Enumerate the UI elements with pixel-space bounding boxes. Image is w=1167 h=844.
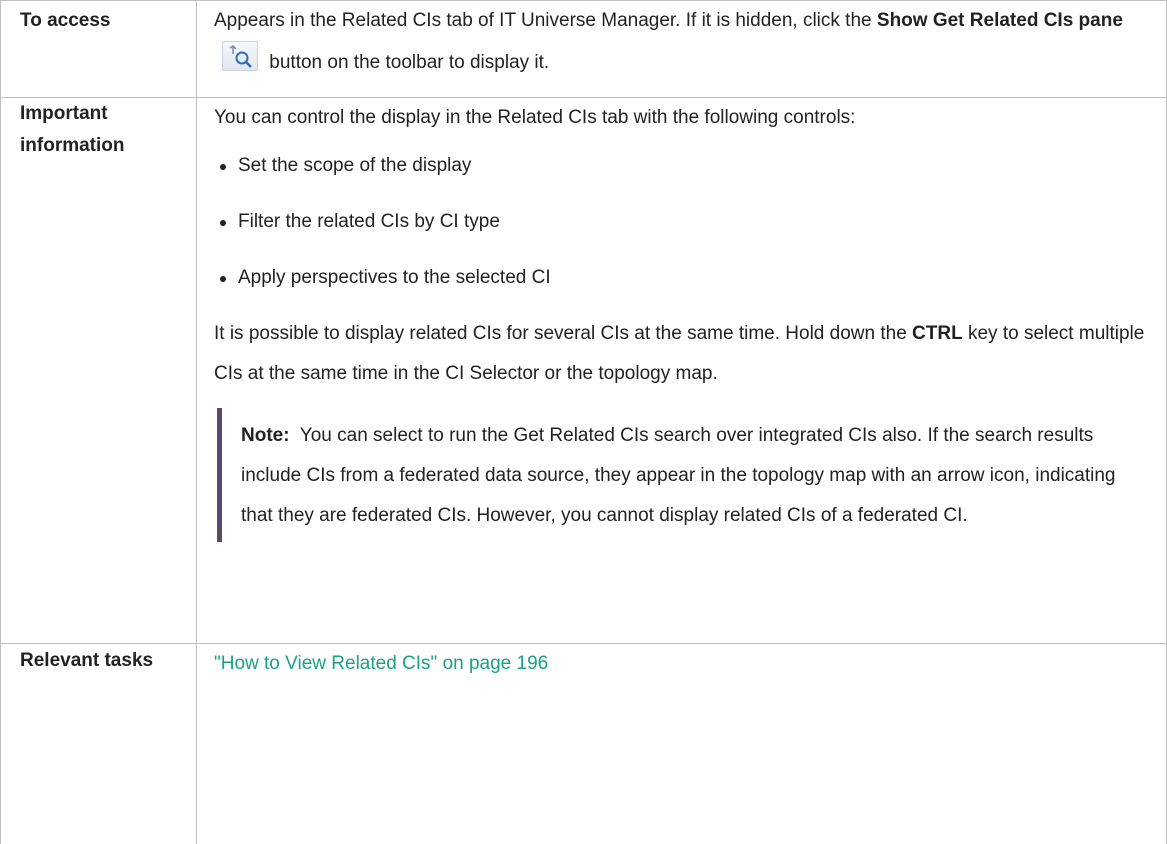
important-intro: You can control the display in the Relat… bbox=[214, 98, 1152, 138]
access-text-2: button on the toolbar to display it. bbox=[269, 52, 549, 73]
important-content: You can control the display in the Relat… bbox=[197, 98, 1167, 644]
bullet-icon bbox=[220, 164, 226, 170]
access-button-name: Show Get Related CIs pane bbox=[877, 10, 1123, 31]
list-item: Apply perspectives to the selected CI bbox=[214, 258, 1152, 298]
tasks-content: "How to View Related CIs" on page 196 bbox=[197, 644, 1167, 844]
ctrl-key: CTRL bbox=[912, 323, 963, 344]
how-to-view-related-cis-link[interactable]: "How to View Related CIs" on page 196 bbox=[214, 653, 548, 674]
tasks-row: Relevant tasks "How to View Related CIs"… bbox=[1, 644, 1167, 844]
controls-list: Set the scope of the display Filter the … bbox=[214, 146, 1152, 298]
info-table: To access Appears in the Related CIs tab… bbox=[0, 0, 1167, 844]
bullet-icon bbox=[220, 276, 226, 282]
multi-select-paragraph: It is possible to display related CIs fo… bbox=[214, 314, 1152, 394]
bullet-icon bbox=[220, 220, 226, 226]
important-row: Important information You can control th… bbox=[1, 98, 1167, 644]
access-content: Appears in the Related CIs tab of IT Uni… bbox=[197, 1, 1167, 98]
note-box: Note: You can select to run the Get Rela… bbox=[217, 408, 1152, 542]
list-item: Filter the related CIs by CI type bbox=[214, 202, 1152, 242]
access-text-1: Appears in the Related CIs tab of IT Uni… bbox=[214, 10, 872, 31]
note-label: Note: bbox=[241, 425, 290, 446]
note-text: You can select to run the Get Related CI… bbox=[241, 425, 1116, 526]
search-related-icon bbox=[222, 41, 258, 71]
important-label: Important information bbox=[1, 98, 197, 644]
access-row: To access Appears in the Related CIs tab… bbox=[1, 1, 1167, 98]
tasks-label: Relevant tasks bbox=[1, 644, 197, 844]
list-item: Set the scope of the display bbox=[214, 146, 1152, 186]
access-label: To access bbox=[1, 1, 197, 98]
